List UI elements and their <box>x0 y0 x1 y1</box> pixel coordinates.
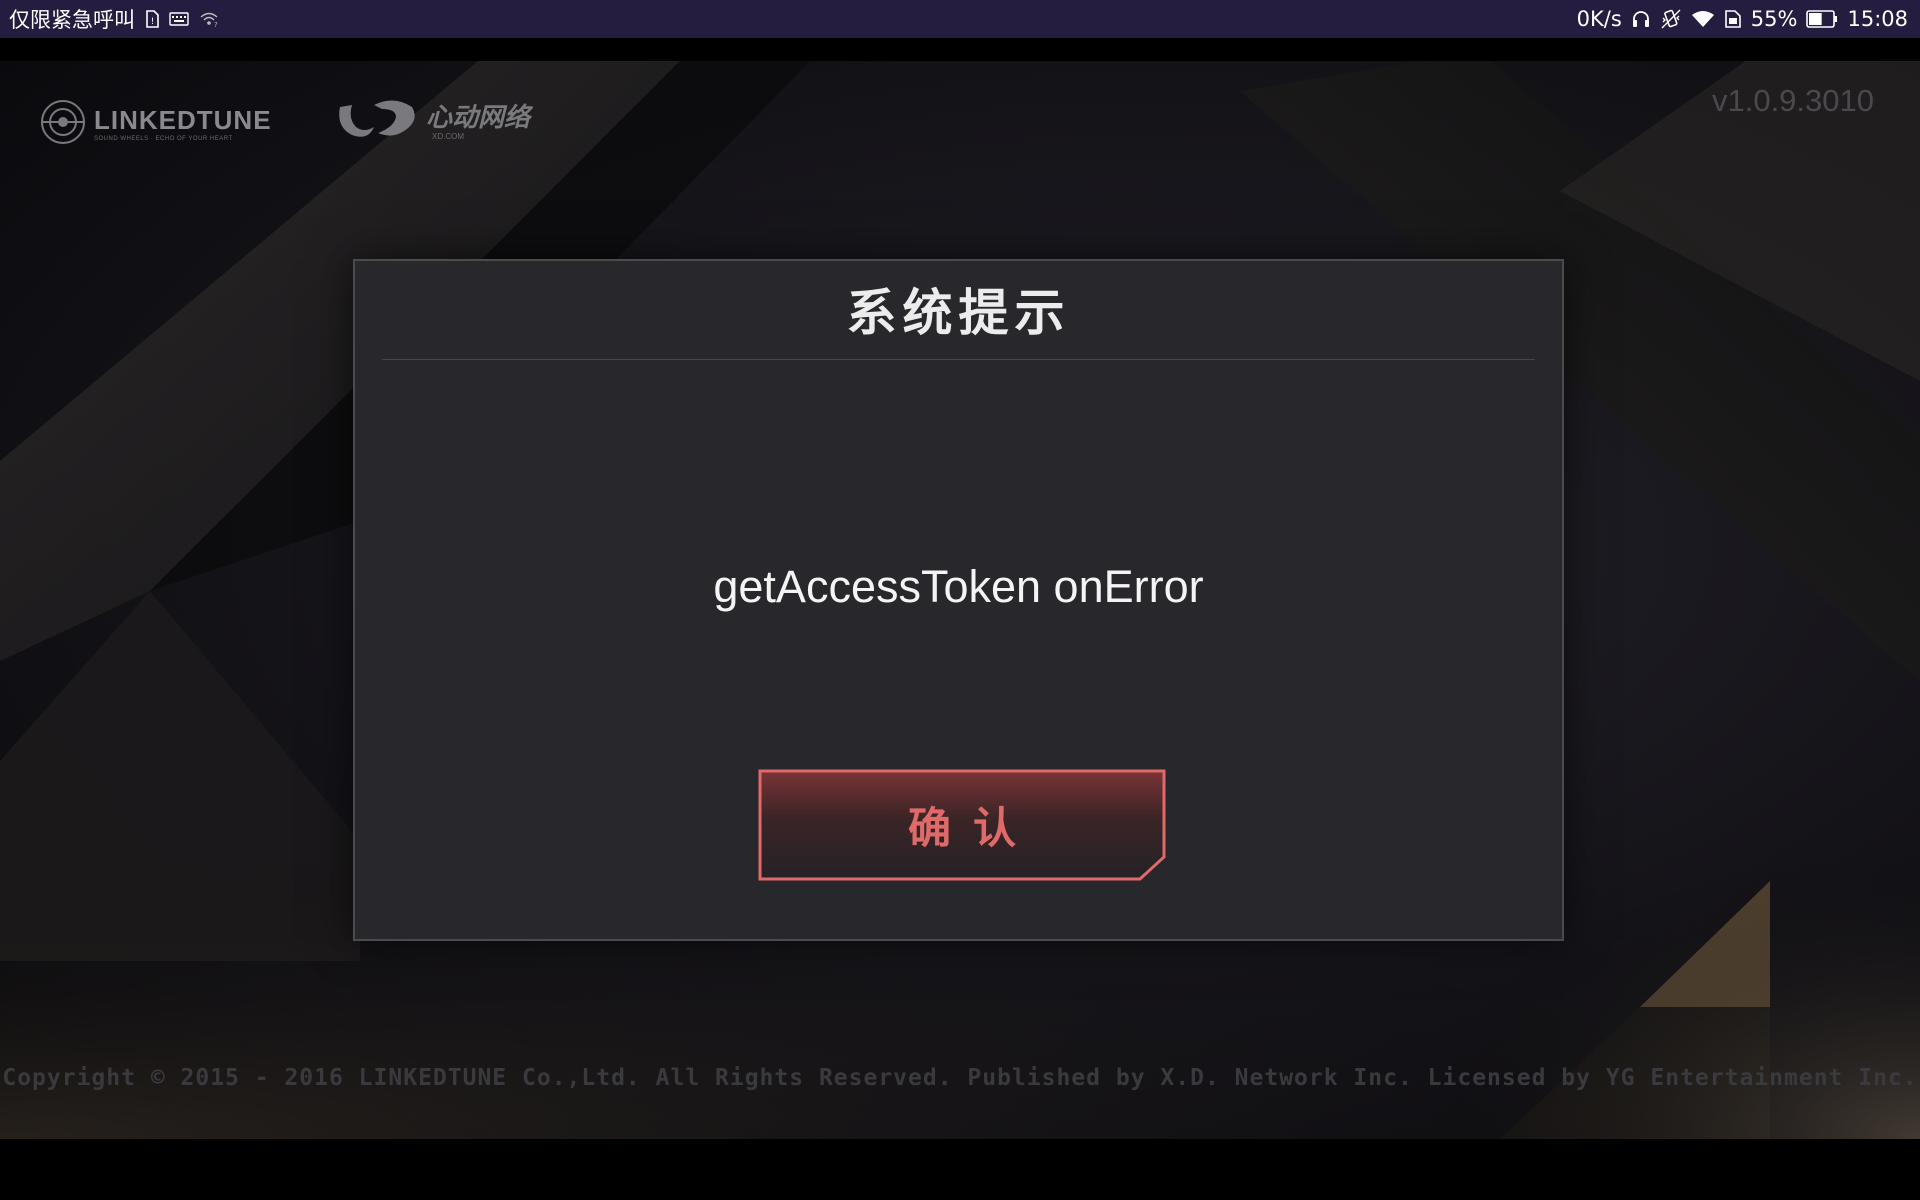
xd-domain: XD.COM <box>432 131 464 141</box>
battery-percent: 55% <box>1750 7 1798 31</box>
svg-text:?: ? <box>214 21 218 27</box>
keyboard-icon <box>169 12 189 26</box>
screen: 仅限紧急呼叫 ! ? 0K/s 55% 15:08 LINKEDTUNE SOU… <box>0 0 1920 1200</box>
clock: 15:08 <box>1847 7 1908 31</box>
net-speed: 0K/s <box>1576 7 1622 31</box>
xd-emblem-icon <box>334 97 420 147</box>
xd-wordmark: 心动网络 <box>426 102 531 133</box>
dialog-message: getAccessToken onError <box>713 561 1204 612</box>
xd-network-logo: 心动网络 XD.COM <box>334 97 530 147</box>
dialog-title: 系统提示 <box>846 284 1071 342</box>
sim-icon: ! <box>145 10 159 28</box>
wifi-hotspot-icon: ? <box>199 11 219 27</box>
svg-text:!: ! <box>151 17 155 27</box>
status-bar-left: 仅限紧急呼叫 ! ? <box>9 0 219 38</box>
dialog-divider <box>382 359 1535 360</box>
wifi-icon <box>1691 10 1715 28</box>
version-label: v1.0.9.3010 <box>1711 83 1874 118</box>
linkedtune-wordmark: LINKEDTUNE <box>94 104 272 135</box>
confirm-button-label: 确认 <box>908 804 1038 854</box>
headset-icon <box>1631 9 1651 29</box>
vibrate-icon <box>1660 8 1682 30</box>
system-dialog: 系统提示 getAccessToken onError 确认 <box>353 259 1564 941</box>
copyright-notice: Copyright © 2015 - 2016 LINKEDTUNE Co.,L… <box>2 1065 1918 1091</box>
confirm-button[interactable]: 确认 <box>758 769 1166 881</box>
carrier-text: 仅限紧急呼叫 <box>9 8 135 32</box>
status-bar: 仅限紧急呼叫 ! ? 0K/s 55% 15:08 <box>0 0 1920 38</box>
linkedtune-logo: LINKEDTUNE SOUND WHEELS · ECHO OF YOUR H… <box>40 99 272 149</box>
status-bar-right: 0K/s 55% 15:08 <box>1577 0 1908 38</box>
linkedtune-tagline: SOUND WHEELS · ECHO OF YOUR HEART <box>94 135 233 142</box>
sim-card-icon <box>1724 10 1742 28</box>
linkedtune-emblem-icon <box>40 99 86 149</box>
battery-icon <box>1806 10 1838 28</box>
